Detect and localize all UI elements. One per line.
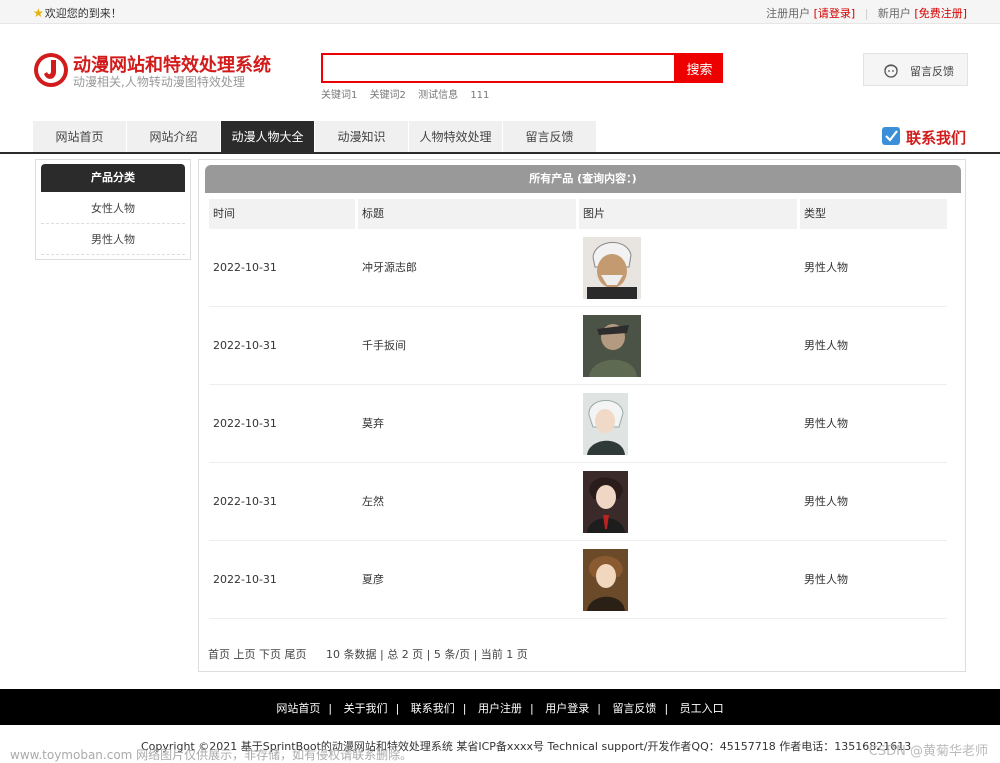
row-date: 2022-10-31	[213, 261, 277, 274]
footer-bar: 网站首页 | 关于我们 | 联系我们 | 用户注册 | 用户登录 | 留言反馈 | 员工入口	[0, 689, 1000, 725]
search-button[interactable]: 搜索	[676, 53, 723, 83]
column-header: 时间	[209, 199, 355, 229]
table-header: 时间 标题 图片 类型	[209, 199, 947, 229]
top-bar: ★欢迎您的到来！ 注册用户 [请登录] | 新用户 [免费注册]	[0, 0, 1000, 24]
row-type: 男性人物	[804, 573, 848, 586]
hot-keywords: 关键词1 关键词2 测试信息 111	[321, 86, 498, 101]
search-input[interactable]	[321, 53, 676, 83]
footer-link-login[interactable]: 用户登录	[545, 702, 589, 715]
footer-link-contact[interactable]: 联系我们	[411, 702, 455, 715]
site-logo-icon	[34, 53, 68, 87]
row-title[interactable]: 冲牙源志郎	[358, 229, 417, 307]
pager-last[interactable]: 尾页	[285, 648, 307, 661]
row-title[interactable]: 左然	[358, 463, 384, 541]
table-row: 2022-10-31 莫弃 男性人物	[209, 385, 947, 463]
site-subtitle: 动漫相关,人物转动漫图特效处理	[73, 75, 245, 89]
pager-summary: 10 条数据 | 总 2 页 | 5 条/页 | 当前 1 页	[326, 648, 528, 661]
row-date: 2022-10-31	[213, 495, 277, 508]
footer-link-staff[interactable]: 员工入口	[680, 702, 724, 715]
pager-first[interactable]: 首页	[208, 648, 230, 661]
tab-characters[interactable]: 动漫人物大全	[221, 121, 315, 153]
row-type: 男性人物	[804, 261, 848, 274]
row-title[interactable]: 夏彦	[358, 541, 384, 619]
product-panel: 所有产品 (查询内容：) 时间 标题 图片 类型 2022-10-31 冲牙源志…	[198, 159, 966, 672]
tab-home[interactable]: 网站首页	[33, 121, 127, 153]
keyword-link[interactable]: 关键词1	[321, 90, 357, 101]
tab-intro[interactable]: 网站介绍	[127, 121, 221, 153]
tab-effects[interactable]: 人物特效处理	[409, 121, 503, 153]
footer-link-register[interactable]: 用户注册	[478, 702, 522, 715]
table-row: 2022-10-31 冲牙源志郎 男性人物	[209, 229, 947, 307]
welcome-text: ★欢迎您的到来！	[33, 6, 122, 20]
star-icon: ★	[33, 6, 44, 20]
keyword-link[interactable]: 关键词2	[370, 90, 406, 101]
headset-icon	[884, 64, 898, 78]
row-date: 2022-10-31	[213, 417, 277, 430]
column-header: 标题	[358, 199, 576, 229]
sidebar-item-male[interactable]: 男性人物	[41, 225, 185, 255]
column-header: 图片	[579, 199, 797, 229]
keyword-link[interactable]: 111	[470, 90, 489, 101]
free-register-link[interactable]: [免费注册]	[914, 7, 967, 20]
character-thumbnail[interactable]	[583, 393, 628, 455]
row-date: 2022-10-31	[213, 573, 277, 586]
footer-link-about[interactable]: 关于我们	[344, 702, 388, 715]
row-type: 男性人物	[804, 339, 848, 352]
character-thumbnail[interactable]	[583, 315, 641, 377]
footer-link-home[interactable]: 网站首页	[276, 702, 320, 715]
login-link[interactable]: [请登录]	[814, 7, 856, 20]
pager-prev[interactable]: 上页	[234, 648, 256, 661]
character-thumbnail[interactable]	[583, 549, 628, 611]
watermark-right: CSDN @黄菊华老师	[868, 744, 988, 759]
watermark-left: www.toymoban.com 网络图片仅供展示，非存储，如有侵权请联系删除。	[10, 748, 413, 762]
character-thumbnail[interactable]	[583, 237, 641, 299]
row-type: 男性人物	[804, 495, 848, 508]
contact-check-icon	[882, 127, 900, 145]
character-thumbnail[interactable]	[583, 471, 628, 533]
pager-next[interactable]: 下页	[259, 648, 281, 661]
row-title[interactable]: 莫弃	[358, 385, 384, 463]
account-links: 注册用户 [请登录] | 新用户 [免费注册]	[766, 7, 967, 20]
pagination: 首页 上页 下页 尾页 10 条数据 | 总 2 页 | 5 条/页 | 当前 …	[208, 646, 528, 662]
nav-divider	[0, 152, 1000, 154]
row-type: 男性人物	[804, 417, 848, 430]
keyword-link[interactable]: 测试信息	[418, 90, 458, 101]
table-row: 2022-10-31 左然 男性人物	[209, 463, 947, 541]
column-header: 类型	[800, 199, 947, 229]
table-row: 2022-10-31 千手扳间 男性人物	[209, 307, 947, 385]
footer-link-feedback[interactable]: 留言反馈	[612, 702, 656, 715]
tab-feedback[interactable]: 留言反馈	[503, 121, 597, 153]
row-date: 2022-10-31	[213, 339, 277, 352]
sidebar-item-female[interactable]: 女性人物	[41, 194, 185, 224]
sidebar-title: 产品分类	[41, 164, 185, 192]
feedback-button[interactable]: 留言反馈	[863, 53, 968, 86]
footer-links: 网站首页 | 关于我们 | 联系我们 | 用户注册 | 用户登录 | 留言反馈 | 员工入口	[276, 702, 724, 715]
main-nav: 网站首页 网站介绍 动漫人物大全 动漫知识 人物特效处理 留言反馈	[33, 121, 597, 153]
table-row: 2022-10-31 夏彦 男性人物	[209, 541, 947, 619]
tab-knowledge[interactable]: 动漫知识	[315, 121, 409, 153]
category-sidebar: 产品分类 女性人物 男性人物	[35, 159, 191, 260]
panel-title: 所有产品 (查询内容：)	[205, 165, 961, 193]
row-title[interactable]: 千手扳间	[358, 307, 406, 385]
